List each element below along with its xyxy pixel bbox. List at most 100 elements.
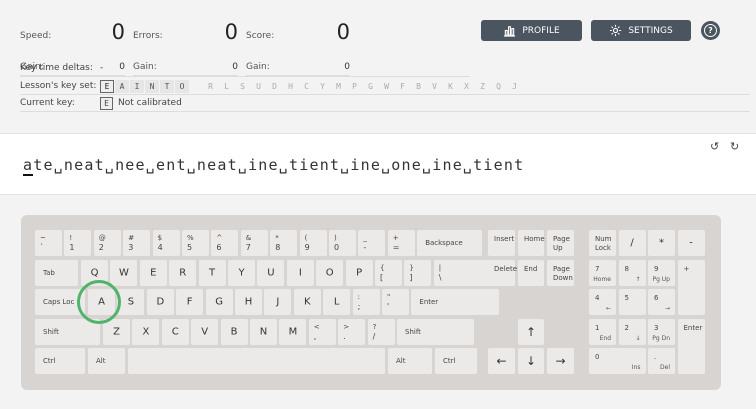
key-num-4[interactable]: 4 ← xyxy=(589,289,616,315)
key-left-shift[interactable]: Shift xyxy=(35,318,100,345)
profile-button[interactable]: PROFILE xyxy=(481,20,582,41)
key-0[interactable]: ) 0 xyxy=(329,230,356,256)
key-num-8[interactable]: 8 ↑ xyxy=(618,259,646,286)
key-;[interactable]: :; xyxy=(352,289,380,315)
key-num-div[interactable]: / xyxy=(618,230,646,256)
key-u[interactable]: U xyxy=(257,259,285,286)
key-8[interactable]: * 8 xyxy=(270,230,298,256)
key-4[interactable]: $4 xyxy=(152,230,180,256)
key-num-9[interactable]: 9 Pg Up xyxy=(648,259,675,286)
lesson-text[interactable]: ate␣neat␣nee␣ent␣neat␣ine␣tient␣ine␣one␣… xyxy=(23,156,524,176)
key-num-2[interactable]: 2 ↓ xyxy=(618,318,646,345)
key-num-dot[interactable]: . Del xyxy=(648,348,675,374)
keyset-key-b: B xyxy=(416,82,421,91)
key-6[interactable]: ^ 6 xyxy=(211,230,239,256)
key-num-lock[interactable]: Num Lock xyxy=(589,230,616,256)
key-right-shift[interactable]: Shift xyxy=(397,318,474,345)
key-num-plus[interactable]: + xyxy=(677,259,705,315)
key-`[interactable]: ~ ` xyxy=(35,230,62,256)
key-d[interactable]: D xyxy=(146,289,174,315)
key-k[interactable]: K xyxy=(293,289,321,315)
key-m[interactable]: M xyxy=(279,318,307,345)
key-3[interactable]: #3 xyxy=(123,230,151,256)
key-v[interactable]: V xyxy=(191,318,219,345)
key-b[interactable]: B xyxy=(220,318,248,345)
key-2[interactable]: @2 xyxy=(93,230,121,256)
key-num-0[interactable]: 0 Ins xyxy=(589,348,646,374)
key-right-ctrl[interactable]: Ctrl xyxy=(435,348,477,374)
key-num-enter-label: Enter xyxy=(683,323,703,332)
key-c[interactable]: C xyxy=(161,318,189,345)
key-backspace[interactable]: Backspace xyxy=(417,230,483,256)
key-o[interactable]: O xyxy=(316,259,344,286)
key-arrow-right[interactable]: → xyxy=(547,348,574,374)
key-num-5[interactable]: 5 xyxy=(618,289,646,315)
key-g[interactable]: G xyxy=(205,289,233,315)
key-r[interactable]: R xyxy=(169,259,197,286)
key-=[interactable]: + = xyxy=(387,230,415,256)
key-7[interactable]: & 7 xyxy=(240,230,268,256)
key-insert[interactable]: Insert xyxy=(488,230,515,256)
key-arrow-down[interactable]: ↓ xyxy=(518,348,544,374)
key-num-6[interactable]: 6 → xyxy=(648,289,675,315)
key-arrow-left[interactable]: ← xyxy=(488,348,515,374)
key-j[interactable]: J xyxy=(264,289,292,315)
reset-icon[interactable]: ↺ xyxy=(710,141,722,153)
settings-button[interactable]: SETTINGS xyxy=(591,20,691,41)
key-space[interactable] xyxy=(128,348,385,374)
key-num-div-label: / xyxy=(630,237,634,249)
key--[interactable]: _ - xyxy=(358,230,386,256)
refresh-icon[interactable]: ↻ xyxy=(730,141,742,153)
key-z[interactable]: Z xyxy=(103,318,130,345)
key-num-mul[interactable]: * xyxy=(648,230,675,256)
key-caps-lock[interactable]: Caps Loc xyxy=(35,289,85,315)
key-'[interactable]: " ' xyxy=(382,289,409,315)
key-y[interactable]: Y xyxy=(228,259,255,286)
key-1[interactable]: ! 1 xyxy=(64,230,92,256)
key-e[interactable]: E xyxy=(139,259,167,286)
key-num-7[interactable]: 7 Home xyxy=(589,259,616,286)
key-end[interactable]: End xyxy=(518,259,544,286)
key-g-label: G xyxy=(215,296,223,308)
key-home[interactable]: Home xyxy=(518,230,545,256)
key-num-1[interactable]: 1 End xyxy=(589,318,616,345)
key-x[interactable]: X xyxy=(132,318,160,345)
key-q[interactable]: Q xyxy=(81,259,108,286)
key-num-3[interactable]: 3 Pg Dn xyxy=(648,318,675,345)
key-i[interactable]: I xyxy=(286,259,314,286)
key-3-label: # xyxy=(128,234,135,242)
key-l[interactable]: L xyxy=(323,289,351,315)
key-n[interactable]: N xyxy=(250,318,277,345)
key-delete[interactable]: Delete xyxy=(488,259,517,286)
key-left-ctrl[interactable]: Ctrl xyxy=(35,348,85,374)
key-num-minus[interactable]: - xyxy=(677,230,705,256)
key-[[interactable]: {[ xyxy=(375,259,402,286)
key-s[interactable]: S xyxy=(117,289,145,315)
key-9[interactable]: (9 xyxy=(299,230,327,256)
key-y-label: Y xyxy=(238,267,245,278)
key-.[interactable]: >. xyxy=(338,318,366,345)
keyset-key-i: I xyxy=(130,80,144,93)
key-left-alt[interactable]: Alt xyxy=(88,348,125,374)
key-num-enter[interactable]: Enter xyxy=(677,318,705,374)
key---label: - xyxy=(363,243,367,252)
key-f[interactable]: F xyxy=(176,289,204,315)
key-/[interactable]: ? / xyxy=(367,318,395,345)
key-arrow-up[interactable]: ↑ xyxy=(518,318,544,345)
key-,[interactable]: <, xyxy=(308,318,336,345)
help-button[interactable]: ? xyxy=(701,21,720,40)
key-a[interactable]: A xyxy=(88,289,115,315)
key-tab[interactable]: Tab xyxy=(35,259,78,286)
key-right-alt[interactable]: Alt xyxy=(388,348,432,374)
key-][interactable]: }] xyxy=(404,259,432,286)
key-p[interactable]: P xyxy=(345,259,373,286)
key-page-down[interactable]: Page Down xyxy=(547,259,574,286)
key-5[interactable]: % 5 xyxy=(182,230,209,256)
key-enter[interactable]: Enter xyxy=(411,289,500,315)
key-t[interactable]: T xyxy=(198,259,226,286)
key-delete-label: Delete xyxy=(494,264,517,273)
key-w[interactable]: W xyxy=(110,259,138,286)
key-h[interactable]: H xyxy=(235,289,262,315)
key-page-up[interactable]: Page Up xyxy=(547,230,574,256)
errors-stat: Errors: 0 xyxy=(133,20,238,60)
